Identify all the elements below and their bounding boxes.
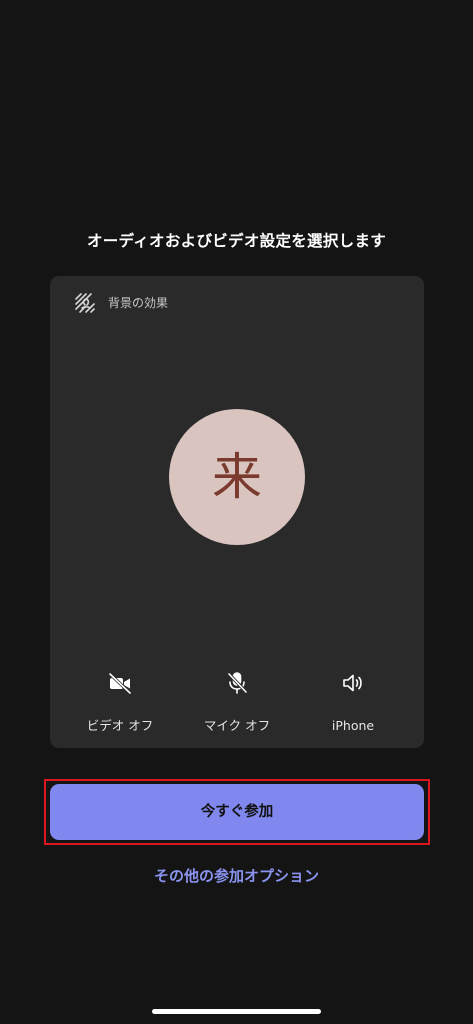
avatar-initial: 来 bbox=[212, 448, 262, 506]
mic-toggle-button[interactable]: マイク オフ bbox=[175, 662, 299, 742]
avatar: 来 bbox=[169, 409, 305, 545]
video-toggle-button[interactable]: ビデオ オフ bbox=[58, 662, 182, 742]
page-title: オーディオおよびビデオ設定を選択します bbox=[86, 232, 387, 250]
home-indicator[interactable] bbox=[152, 1009, 321, 1014]
audio-output-label: iPhone bbox=[331, 718, 375, 733]
background-effects-label: 背景の効果 bbox=[108, 296, 169, 310]
more-join-options-link[interactable]: その他の参加オプション bbox=[0, 864, 473, 888]
video-toggle-label: ビデオ オフ bbox=[86, 718, 154, 733]
video-off-icon bbox=[107, 670, 133, 696]
background-effects-icon bbox=[74, 292, 96, 314]
mic-toggle-label: マイク オフ bbox=[203, 718, 271, 733]
audio-output-button[interactable]: iPhone bbox=[291, 662, 415, 742]
media-controls: ビデオ オフ マイク オフ iPhone bbox=[50, 662, 424, 742]
speaker-icon bbox=[340, 670, 366, 696]
video-preview-card: 背景の効果 来 ビデオ オフ マイク オフ iPhone bbox=[50, 276, 424, 748]
mic-off-icon bbox=[224, 670, 250, 696]
background-effects-button[interactable]: 背景の効果 bbox=[74, 292, 168, 314]
join-now-button[interactable]: 今すぐ参加 bbox=[50, 784, 424, 840]
